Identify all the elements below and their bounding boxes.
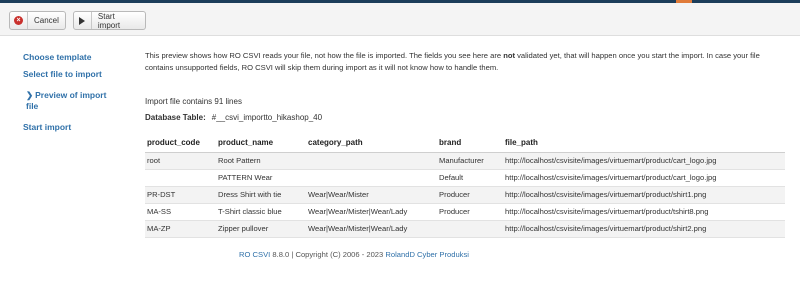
table-cell: http://localhost/csvisite/images/virtuem… xyxy=(503,169,785,187)
toolbar: × Cancel Start import xyxy=(0,3,800,36)
chevron-right-icon: ❯ xyxy=(26,90,34,100)
table-cell xyxy=(306,169,437,187)
table-cell: http://localhost/csvisite/images/virtuem… xyxy=(503,220,785,238)
cancel-label: Cancel xyxy=(34,16,59,25)
table-row: MA-ZP Zipper pullover Wear|Wear/Mister|W… xyxy=(145,220,785,238)
table-cell: Wear|Wear/Mister xyxy=(306,186,437,204)
table-cell xyxy=(306,152,437,170)
main-content: This preview shows how RO CSVI reads you… xyxy=(145,50,785,238)
line-count: Import file contains 91 lines xyxy=(145,97,242,106)
column-header: category_path xyxy=(306,134,437,153)
play-icon xyxy=(79,16,86,25)
play-icon-wrap xyxy=(74,12,92,29)
start-import-button[interactable]: Start import xyxy=(73,11,146,30)
column-header: product_name xyxy=(216,134,306,153)
footer-text: 8.8.0 | Copyright (C) 2006 - 2023 xyxy=(270,250,386,259)
company-link[interactable]: RolandD Cyber Produksi xyxy=(385,250,469,259)
column-header: brand xyxy=(437,134,503,153)
sidebar-item-preview[interactable]: ❯ Preview of import file xyxy=(26,90,116,112)
column-header: file_path xyxy=(503,134,785,153)
database-table: Database Table: #__csvi_importto_hikashop… xyxy=(145,113,322,122)
product-link[interactable]: RO CSVI xyxy=(239,250,270,259)
footer: RO CSVI 8.8.0 | Copyright (C) 2006 - 202… xyxy=(0,250,708,259)
table-cell: Producer xyxy=(437,186,503,204)
table-cell: T-Shirt classic blue xyxy=(216,203,306,221)
table-cell xyxy=(437,220,503,238)
table-cell: http://localhost/csvisite/images/virtuem… xyxy=(503,203,785,221)
cancel-icon-wrap: × xyxy=(10,12,28,29)
table-cell: Wear|Wear/Mister|Wear/Lady xyxy=(306,220,437,238)
table-cell: root xyxy=(145,152,216,170)
sidebar-item-select-file[interactable]: Select file to import xyxy=(23,69,102,79)
table-cell: Zipper pullover xyxy=(216,220,306,238)
sidebar-item-start-import[interactable]: Start import xyxy=(23,122,71,132)
column-header: product_code xyxy=(145,134,216,153)
start-import-label: Start import xyxy=(97,11,121,30)
intro-text-bold: not xyxy=(503,51,516,60)
table-cell: Producer xyxy=(437,203,503,221)
table-cell: Root Pattern xyxy=(216,152,306,170)
table-cell: Default xyxy=(437,169,503,187)
table-cell: MA-SS xyxy=(145,203,216,221)
sidebar-item-choose-template[interactable]: Choose template xyxy=(23,52,92,62)
table-cell: http://localhost/csvisite/images/virtuem… xyxy=(503,152,785,170)
table-row: root Root Pattern Manufacturer http://lo… xyxy=(145,152,785,170)
table-cell: PATTERN Wear xyxy=(216,169,306,187)
intro-text: This preview shows how RO CSVI reads you… xyxy=(145,50,785,73)
table-cell: Manufacturer xyxy=(437,152,503,170)
table-header-row: product_code product_name category_path … xyxy=(145,134,785,153)
table-cell: Wear|Wear/Mister|Wear/Lady xyxy=(306,203,437,221)
table-cell: Dress Shirt with tie xyxy=(216,186,306,204)
table-cell: http://localhost/csvisite/images/virtuem… xyxy=(503,186,785,204)
cancel-icon: × xyxy=(14,16,23,25)
cancel-button[interactable]: × Cancel xyxy=(9,11,66,30)
table-cell: MA-ZP xyxy=(145,220,216,238)
preview-table: product_code product_name category_path … xyxy=(145,134,785,238)
database-table-value: #__csvi_importto_hikashop_40 xyxy=(211,113,323,122)
sidebar-item-preview-label: Preview of import file xyxy=(26,90,107,111)
table-row: MA-SS T-Shirt classic blue Wear|Wear/Mis… xyxy=(145,203,785,221)
database-table-label: Database Table: xyxy=(145,113,206,122)
table-row: PATTERN Wear Default http://localhost/cs… xyxy=(145,169,785,187)
table-row: PR-DST Dress Shirt with tie Wear|Wear/Mi… xyxy=(145,186,785,204)
table-cell xyxy=(145,169,216,187)
table-cell: PR-DST xyxy=(145,186,216,204)
intro-text-part1: This preview shows how RO CSVI reads you… xyxy=(145,51,504,60)
